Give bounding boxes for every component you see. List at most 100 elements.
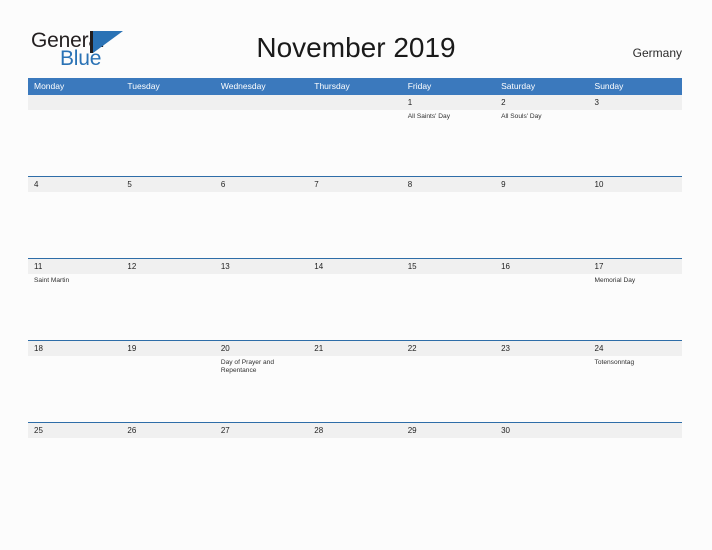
day-events-cell — [121, 192, 214, 258]
day-events-cell — [308, 192, 401, 258]
day-events-cell — [215, 274, 308, 340]
day-number — [308, 95, 401, 110]
calendar-weeks: 1 2 3 All Saints' Day All Souls' Day 4 5 6 7 8 9 10… — [28, 95, 682, 504]
day-events-cell — [308, 274, 401, 340]
day-number[interactable]: 17 — [589, 259, 682, 274]
weekday-header-saturday: Saturday — [501, 81, 536, 91]
day-events-cell — [308, 438, 401, 504]
page-title: November 2019 — [256, 32, 456, 63]
day-events-cell — [121, 110, 214, 176]
day-number[interactable]: 11 — [28, 259, 121, 274]
week-date-band: 123 — [28, 95, 682, 110]
day-number[interactable]: 28 — [308, 423, 401, 438]
day-events-cell — [402, 192, 495, 258]
day-number[interactable]: 4 — [28, 177, 121, 192]
day-number[interactable]: 12 — [121, 259, 214, 274]
day-events-cell — [308, 110, 401, 176]
day-events-cell — [121, 356, 214, 422]
day-number[interactable]: 27 — [215, 423, 308, 438]
day-events-cell — [589, 438, 682, 504]
calendar-week-row: 1 2 3 All Saints' Day All Souls' Day — [28, 95, 682, 176]
weekday-header-monday: Monday — [34, 81, 65, 91]
week-date-band: 11 12 13 14 15 16 17 — [28, 259, 682, 274]
day-number[interactable]: 9 — [495, 177, 588, 192]
day-number[interactable]: 16 — [495, 259, 588, 274]
weekday-header-sunday: Sunday — [594, 81, 624, 91]
country-label: Germany — [632, 46, 682, 60]
day-number[interactable]: 19 — [121, 341, 214, 356]
day-events-cell — [28, 438, 121, 504]
weekday-header-wednesday: Wednesday — [220, 81, 266, 91]
day-events-cell — [215, 110, 308, 176]
page-header: General Blue November 2019 Germany — [0, 0, 712, 78]
day-number[interactable]: 1 — [402, 95, 495, 110]
day-number[interactable]: 26 — [121, 423, 214, 438]
week-event-band: Day of Prayer and Repentance Totensonntag — [28, 356, 682, 422]
day-events-cell — [495, 356, 588, 422]
day-number[interactable]: 20 — [215, 341, 308, 356]
weekday-header-row: Monday Tuesday Wednesday Thursday Friday Satu… — [28, 78, 682, 95]
day-number[interactable]: 3 — [589, 95, 682, 110]
day-number[interactable]: 30 — [495, 423, 588, 438]
day-events-cell — [121, 274, 214, 340]
day-events-cell — [402, 274, 495, 340]
day-number[interactable]: 5 — [121, 177, 214, 192]
day-number[interactable]: 23 — [495, 341, 588, 356]
day-number — [215, 95, 308, 110]
week-date-band: 18 19 20 21 22 23 24 — [28, 341, 682, 356]
day-number[interactable]: 21 — [308, 341, 401, 356]
day-events-cell — [28, 110, 121, 176]
day-number[interactable]: 2 — [495, 95, 588, 110]
day-events-cell — [495, 192, 588, 258]
day-events-cell — [402, 438, 495, 504]
calendar-week-row: 11 12 13 14 15 16 17 Saint Martin Memorial Day — [28, 258, 682, 340]
day-events-cell[interactable]: Totensonntag — [589, 356, 682, 422]
day-events-cell — [308, 356, 401, 422]
weekday-header-thursday: Thursday — [314, 81, 350, 91]
day-events-cell — [215, 438, 308, 504]
day-number[interactable]: 13 — [215, 259, 308, 274]
weekday-header-friday: Friday — [407, 81, 432, 91]
holiday-label: Saint Martin — [34, 277, 70, 284]
day-events-cell[interactable]: All Saints' Day — [402, 110, 495, 176]
day-number — [28, 95, 121, 110]
day-events-cell — [402, 356, 495, 422]
week-event-band: All Saints' Day All Souls' Day — [28, 110, 682, 176]
calendar-grid: Monday Tuesday Wednesday Thursday Friday Satu… — [28, 78, 682, 504]
day-events-cell — [28, 356, 121, 422]
day-number[interactable]: 18 — [28, 341, 121, 356]
week-date-band: 4 5 6 7 8 9 10 — [28, 177, 682, 192]
weekday-header-tuesday: Tuesday — [127, 81, 160, 91]
day-number[interactable]: 24 — [589, 341, 682, 356]
week-event-band — [28, 438, 682, 504]
day-events-cell — [589, 110, 682, 176]
day-number[interactable]: 29 — [402, 423, 495, 438]
day-events-cell[interactable]: Day of Prayer and Repentance — [215, 356, 308, 422]
day-number[interactable]: 6 — [215, 177, 308, 192]
day-events-cell — [495, 274, 588, 340]
day-number[interactable]: 14 — [308, 259, 401, 274]
day-events-cell[interactable]: All Souls' Day — [495, 110, 588, 176]
day-number[interactable]: 10 — [589, 177, 682, 192]
holiday-label: Day of Prayer and Repentance — [220, 359, 274, 375]
day-events-cell[interactable]: Memorial Day — [589, 274, 682, 340]
week-event-band — [28, 192, 682, 258]
day-number[interactable]: 7 — [308, 177, 401, 192]
day-number[interactable]: 25 — [28, 423, 121, 438]
day-number[interactable]: 8 — [402, 177, 495, 192]
week-date-band: 25 26 27 28 29 30 — [28, 423, 682, 438]
day-events-cell — [121, 438, 214, 504]
day-events-cell — [589, 192, 682, 258]
day-number[interactable]: 15 — [402, 259, 495, 274]
day-events-cell — [495, 438, 588, 504]
day-events-cell[interactable]: Saint Martin — [28, 274, 121, 340]
day-number[interactable]: 22 — [402, 341, 495, 356]
day-number — [121, 95, 214, 110]
day-events-cell — [28, 192, 121, 258]
holiday-label: All Souls' Day — [501, 113, 542, 120]
holiday-label: Totensonntag — [594, 359, 635, 366]
day-number — [589, 423, 682, 438]
day-events-cell — [215, 192, 308, 258]
calendar-week-row: 18 19 20 21 22 23 24 Day of Prayer and Repentan… — [28, 340, 682, 422]
holiday-label: All Saints' Day — [407, 113, 450, 120]
